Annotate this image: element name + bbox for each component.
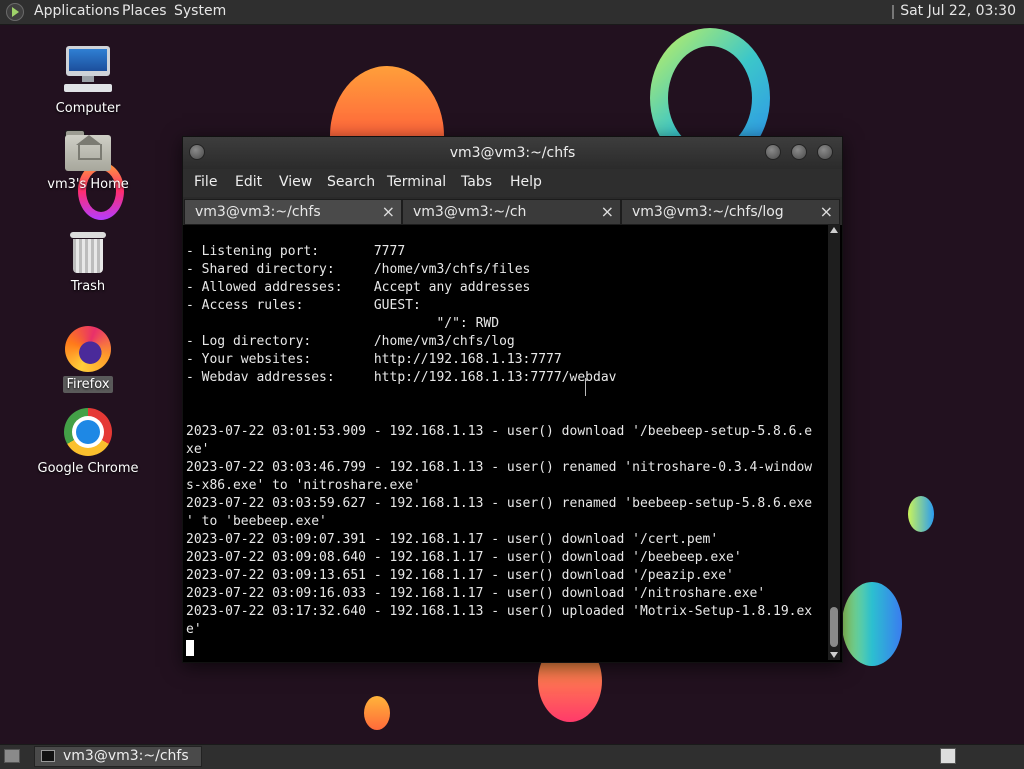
desktop-icon-chrome[interactable]: Google Chrome [33,408,143,477]
wallpaper-shape [842,582,902,666]
terminal-line: 2023-07-22 03:09:07.391 - 192.168.1.17 -… [186,532,719,547]
terminal-line: - Shared directory: /home/vm3/chfs/files [186,262,531,277]
clock[interactable]: Sat Jul 22, 03:30 [890,0,1024,24]
places-menu[interactable]: Places [122,3,167,19]
close-tab-icon[interactable]: × [601,202,614,221]
menu-search[interactable]: Search [327,174,375,190]
terminal-line: 2023-07-22 03:09:13.651 - 192.168.1.17 -… [186,568,734,583]
tab-ch[interactable]: vm3@vm3:~/ch × [402,199,621,225]
terminal-output[interactable]: - ~~~~~~~~~~~~~~~~~~~~~~~~~~~~~~~~~~~~~~… [185,225,826,660]
clock-text: Sat Jul 22, 03:30 [900,3,1016,19]
mouse-ibeam-cursor-icon [585,378,588,396]
workspace-switcher[interactable] [940,748,956,764]
desktop-icon-trash[interactable]: Trash [33,230,143,295]
window-titlebar[interactable]: vm3@vm3:~/chfs [183,137,842,169]
tab-chfs[interactable]: vm3@vm3:~/chfs × [184,199,402,225]
terminal-menubar: File Edit View Search Terminal Tabs Help [183,169,842,197]
terminal-line: 2023-07-22 03:17:32.640 - 192.168.1.13 -… [186,604,813,619]
top-panel: Applications Places System Sat Jul 22, 0… [0,0,1024,25]
distro-logo-icon[interactable] [6,3,24,21]
home-folder-icon [65,130,111,172]
desktop-icon-label: Computer [55,101,121,116]
close-button[interactable] [817,144,833,160]
chrome-icon [64,408,112,456]
desktop-icon-firefox[interactable]: Firefox [33,326,143,393]
menu-file[interactable]: File [194,174,217,190]
terminal-icon [41,750,55,762]
close-tab-icon[interactable]: × [382,202,395,221]
terminal-line: - Webdav addresses: http://192.168.1.13:… [186,370,617,385]
desktop-icon-label: Google Chrome [37,461,139,476]
system-menu[interactable]: System [174,3,226,19]
desktop-icon-label: vm3's Home [47,177,129,192]
terminal-window: vm3@vm3:~/chfs File Edit View Search Ter… [182,136,843,663]
terminal-prompt-line [185,639,826,657]
minimize-button[interactable] [765,144,781,160]
terminal-line: - Access rules: GUEST: [186,298,421,313]
terminal-line: - Allowed addresses: Accept any addresse… [186,280,531,295]
applications-menu[interactable]: Applications [34,3,120,19]
tab-label: vm3@vm3:~/chfs/log [632,204,784,220]
taskbar-window-button[interactable]: vm3@vm3:~/chfs [34,746,202,767]
wallpaper-shape [908,496,934,532]
terminal-line: "/": RWD [186,316,500,331]
terminal-line: 2023-07-22 03:03:59.627 - 192.168.1.13 -… [186,496,813,511]
terminal-line: 2023-07-22 03:09:16.033 - 192.168.1.17 -… [186,586,766,601]
maximize-button[interactable] [791,144,807,160]
terminal-line: - Log directory: /home/vm3/chfs/log [186,334,515,349]
firefox-icon [65,326,111,372]
desktop-icon-label: Firefox [63,376,113,393]
terminal-line: 2023-07-22 03:09:08.640 - 192.168.1.17 -… [186,550,742,565]
menu-tabs[interactable]: Tabs [461,174,492,190]
menu-edit[interactable]: Edit [235,174,262,190]
text-cursor [186,639,194,656]
tab-label: vm3@vm3:~/ch [413,204,527,220]
scroll-up-icon[interactable] [830,227,838,233]
terminal-line: s-x86.exe' to 'nitroshare.exe' [186,478,421,493]
terminal-line: 2023-07-22 03:01:53.909 - 192.168.1.13 -… [186,424,813,439]
bottom-panel: vm3@vm3:~/chfs [0,744,1024,769]
terminal-line: 2023-07-22 03:03:46.799 - 192.168.1.13 -… [186,460,813,475]
menu-terminal[interactable]: Terminal [387,174,446,190]
desktop-icon-computer[interactable]: Computer [33,44,143,117]
scrollbar-thumb[interactable] [830,607,838,647]
tab-label: vm3@vm3:~/chfs [195,204,321,220]
terminal-line: e' [186,622,202,637]
terminal-scrollbar[interactable] [828,225,840,660]
desktop-icon-home[interactable]: vm3's Home [33,130,143,193]
terminal-line: xe' [186,442,210,457]
desktop-icon-label: Trash [70,279,106,294]
menu-view[interactable]: View [279,174,312,190]
tab-chfs-log[interactable]: vm3@vm3:~/chfs/log × [621,199,840,225]
menu-help[interactable]: Help [510,174,542,190]
window-title: vm3@vm3:~/chfs [449,145,576,161]
terminal-line: - Your websites: http://192.168.1.13:777… [186,352,562,367]
wallpaper-shape [364,696,390,730]
terminal-line: - Listening port: 7777 [186,244,406,259]
tab-bar: vm3@vm3:~/chfs × vm3@vm3:~/ch × vm3@vm3:… [183,197,842,225]
close-tab-icon[interactable]: × [820,202,833,221]
taskbar-window-label: vm3@vm3:~/chfs [63,748,189,764]
show-desktop-icon[interactable] [4,749,20,763]
scroll-down-icon[interactable] [830,652,838,658]
trash-icon [70,230,106,274]
terminal-line: ' to 'beebeep.exe' [186,514,327,529]
computer-icon [64,44,112,96]
